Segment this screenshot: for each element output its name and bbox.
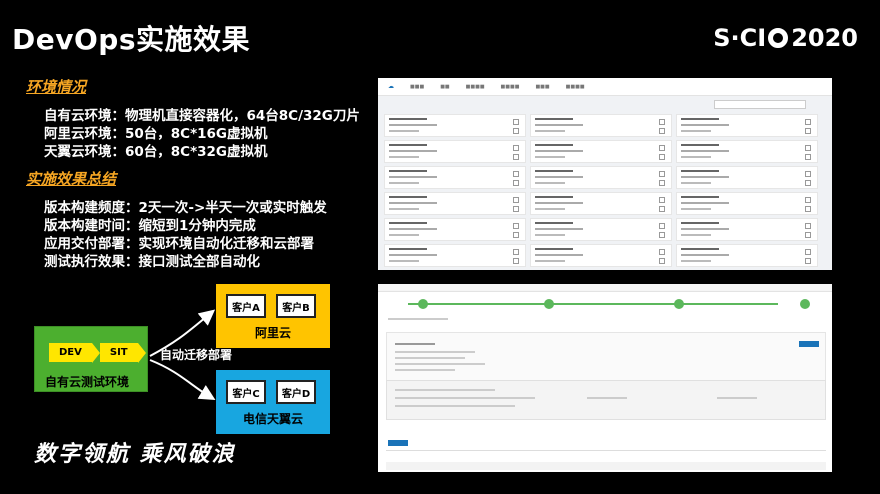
project-card xyxy=(384,192,526,215)
customer-d-card: 客户D xyxy=(276,380,316,404)
screenshot-header-bar xyxy=(378,284,832,292)
devops-pipeline-screenshot xyxy=(378,284,832,472)
pipeline-stage-dot xyxy=(544,299,554,309)
aliyun-box: 客户A 客户B 阿里云 xyxy=(216,284,330,348)
screenshot-search-box xyxy=(714,100,806,109)
project-card xyxy=(676,192,818,215)
devops-project-grid-screenshot: ☁ ■■■ ■■ ■■■■ ■■■■ ■■■ ■■■■ xyxy=(378,78,832,270)
pipeline-progress xyxy=(408,298,810,310)
pipeline-stage-dot xyxy=(674,299,684,309)
project-card xyxy=(530,218,672,241)
pipeline-stage-dot xyxy=(418,299,428,309)
customer-a-card: 客户A xyxy=(226,294,266,318)
table-row xyxy=(386,462,826,470)
pipeline-stage-dot xyxy=(800,299,810,309)
project-card xyxy=(676,140,818,163)
project-card xyxy=(530,244,672,267)
tianyi-cloud-label: 电信天翼云 xyxy=(242,412,303,426)
project-card xyxy=(384,114,526,137)
screenshot-top-nav: ☁ ■■■ ■■ ■■■■ ■■■■ ■■■ ■■■■ xyxy=(378,78,832,96)
auto-migrate-label: 自动迁移部署 xyxy=(160,348,233,362)
project-card xyxy=(384,140,526,163)
slogan-calligraphy: 数字领航 乘风破浪 xyxy=(34,441,236,467)
sit-tag: SIT xyxy=(99,343,146,363)
arrow-to-tianyi xyxy=(149,359,216,401)
customer-c-card: 客户C xyxy=(226,380,266,404)
project-card xyxy=(384,218,526,241)
project-card xyxy=(384,166,526,189)
screenshot-brand-logo: ☁ xyxy=(388,83,394,90)
own-cloud-test-env: DEV SIT 自有云测试环境 xyxy=(34,326,148,392)
project-card xyxy=(530,114,672,137)
project-card xyxy=(530,140,672,163)
pipeline-config-box xyxy=(386,380,826,420)
project-card xyxy=(384,244,526,267)
screenshot-card-grid xyxy=(384,114,818,267)
aliyun-label: 阿里云 xyxy=(254,326,291,340)
project-card xyxy=(676,114,818,137)
project-card xyxy=(676,166,818,189)
own-cloud-label: 自有云测试环境 xyxy=(45,375,130,389)
project-card xyxy=(676,244,818,267)
tianyi-cloud-box: 客户C 客户D 电信天翼云 xyxy=(216,370,330,434)
project-card xyxy=(530,192,672,215)
project-card xyxy=(530,166,672,189)
dev-tag: DEV xyxy=(49,343,100,363)
project-card xyxy=(676,218,818,241)
customer-b-card: 客户B xyxy=(276,294,316,318)
